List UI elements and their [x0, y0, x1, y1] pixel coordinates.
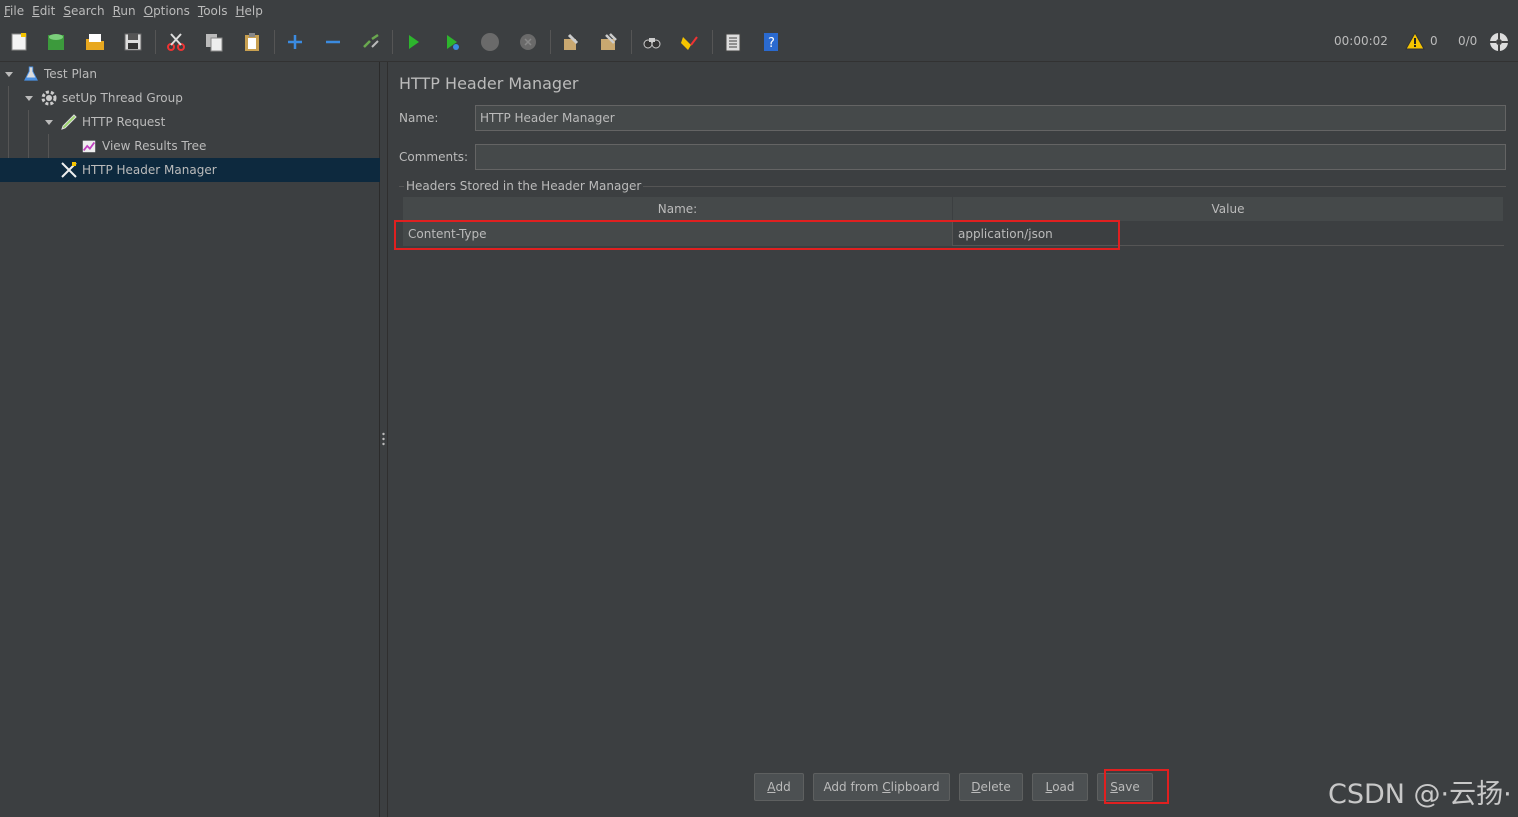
comments-label: Comments: — [399, 150, 469, 164]
remote-status-icon[interactable] — [1488, 31, 1510, 53]
tree-node-http-request[interactable]: HTTP Request — [0, 110, 380, 134]
menu-file[interactable]: File — [4, 4, 24, 18]
page-title: HTTP Header Manager — [399, 74, 579, 93]
tree-node-setup-thread-group[interactable]: setUp Thread Group — [0, 86, 380, 110]
column-header-value[interactable]: Value — [953, 197, 1504, 221]
header-manager-panel: HTTP Header Manager Name: Comments: Head… — [389, 62, 1518, 817]
templates-icon[interactable] — [44, 30, 68, 54]
start-icon[interactable] — [401, 30, 425, 54]
chevron-down-icon[interactable] — [24, 93, 34, 103]
results-tree-chart-icon — [80, 137, 98, 155]
load-button[interactable]: Load — [1032, 773, 1088, 801]
menu-help[interactable]: Help — [236, 4, 263, 18]
menu-options[interactable]: Options — [144, 4, 190, 18]
expand-icon[interactable] — [283, 30, 307, 54]
headers-table-header: Name: Value — [403, 197, 1504, 221]
save-icon[interactable] — [121, 30, 145, 54]
help-icon[interactable]: ? — [759, 30, 783, 54]
copy-icon[interactable] — [202, 30, 226, 54]
panel-splitter[interactable] — [380, 62, 388, 817]
tree-node-test-plan[interactable]: Test Plan — [0, 62, 380, 86]
test-plan-tree: Test Plan setUp Thread Group HTTP Reques… — [0, 62, 380, 817]
toggle-icon[interactable] — [359, 30, 383, 54]
menu-edit[interactable]: Edit — [32, 4, 55, 18]
function-helper-icon[interactable] — [721, 30, 745, 54]
chevron-down-icon[interactable] — [4, 69, 14, 79]
highlight-box-save — [1104, 769, 1169, 804]
thread-group-gear-icon — [40, 89, 58, 107]
test-plan-icon — [22, 65, 40, 83]
svg-text:?: ? — [768, 36, 775, 51]
column-header-name[interactable]: Name: — [403, 197, 953, 221]
open-icon[interactable] — [83, 30, 107, 54]
add-from-clipboard-button[interactable]: Add from Clipboard — [813, 773, 950, 801]
menu-bar: File Edit Search Run Options Tools Help — [0, 0, 1518, 22]
name-label: Name: — [399, 111, 439, 125]
elapsed-time: 00:00:02 — [1334, 34, 1388, 48]
add-button[interactable]: Add — [754, 773, 804, 801]
reset-search-icon[interactable] — [678, 30, 702, 54]
collapse-icon[interactable] — [321, 30, 345, 54]
headers-group-title: Headers Stored in the Header Manager — [404, 179, 644, 193]
active-threads: 0/0 — [1458, 34, 1478, 48]
delete-button[interactable]: Delete — [959, 773, 1023, 801]
menu-run[interactable]: Run — [113, 4, 136, 18]
search-icon[interactable] — [640, 30, 664, 54]
watermark: CSDN @·云扬· — [1328, 779, 1512, 810]
menu-tools[interactable]: Tools — [198, 4, 228, 18]
header-manager-tools-icon — [60, 161, 78, 179]
tree-node-view-results-tree[interactable]: View Results Tree — [0, 134, 380, 158]
tree-node-http-header-manager[interactable]: HTTP Header Manager — [0, 158, 380, 182]
menu-search[interactable]: Search — [63, 4, 104, 18]
toolbar: ? 00:00:02 0 0/0 — [0, 22, 1518, 62]
paste-icon[interactable] — [240, 30, 264, 54]
warning-icon[interactable] — [1405, 32, 1425, 50]
cut-icon[interactable] — [164, 30, 188, 54]
shutdown-icon[interactable] — [516, 30, 540, 54]
warning-count: 0 — [1430, 34, 1438, 48]
stop-icon[interactable] — [478, 30, 502, 54]
start-no-pause-icon[interactable] — [440, 30, 464, 54]
chevron-down-icon[interactable] — [44, 117, 54, 127]
drag-handle-icon[interactable] — [382, 432, 385, 446]
clear-icon[interactable] — [559, 30, 583, 54]
clear-all-icon[interactable] — [597, 30, 621, 54]
new-icon[interactable] — [7, 30, 31, 54]
highlight-box-row — [394, 220, 1120, 250]
http-request-pen-icon — [60, 113, 78, 131]
name-field[interactable] — [475, 105, 1506, 131]
comments-field[interactable] — [475, 144, 1506, 170]
